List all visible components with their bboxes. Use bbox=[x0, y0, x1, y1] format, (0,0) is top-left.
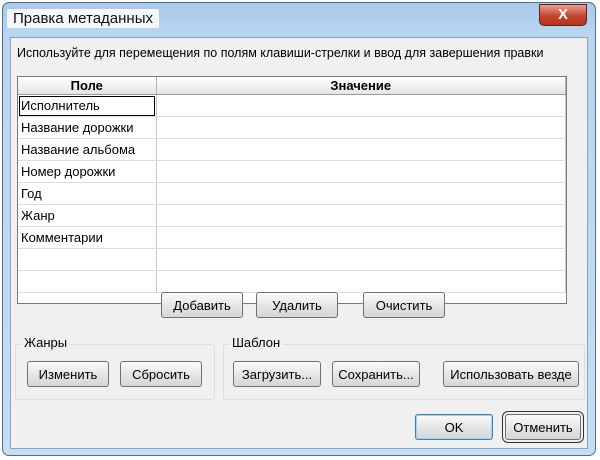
value-cell[interactable] bbox=[156, 116, 566, 139]
field-cell[interactable] bbox=[18, 270, 157, 293]
field-cell[interactable]: Комментарии bbox=[18, 226, 157, 249]
field-cell[interactable] bbox=[18, 248, 157, 271]
metadata-edit-dialog: Правка метаданных X Используйте для пере… bbox=[2, 2, 596, 456]
value-cell[interactable] bbox=[156, 248, 566, 271]
metadata-grid[interactable]: Поле Значение Исполнитель Название дорож… bbox=[17, 76, 567, 304]
field-cell[interactable]: Год bbox=[18, 182, 157, 205]
change-genre-button[interactable]: Изменить bbox=[27, 361, 109, 387]
grid-header: Поле Значение bbox=[18, 77, 566, 95]
table-row[interactable]: Жанр bbox=[18, 204, 566, 227]
ok-button[interactable]: OK bbox=[415, 414, 493, 440]
close-button[interactable]: X bbox=[539, 4, 587, 26]
value-cell[interactable] bbox=[156, 160, 566, 183]
table-row[interactable]: Номер дорожки bbox=[18, 160, 566, 183]
table-row[interactable]: Год bbox=[18, 182, 566, 205]
dialog-body: Используйте для перемещения по полям кла… bbox=[10, 37, 588, 449]
value-cell[interactable] bbox=[156, 182, 566, 205]
value-cell[interactable] bbox=[156, 204, 566, 227]
window-title: Правка метаданных bbox=[7, 9, 159, 28]
field-cell[interactable]: Номер дорожки bbox=[18, 160, 157, 183]
delete-button[interactable]: Удалить bbox=[256, 292, 338, 318]
add-button[interactable]: Добавить bbox=[161, 292, 243, 318]
table-row[interactable] bbox=[18, 248, 566, 271]
load-template-button[interactable]: Загрузить... bbox=[233, 361, 321, 387]
genres-group-label: Жанры bbox=[22, 335, 70, 350]
value-cell[interactable] bbox=[156, 270, 566, 293]
column-header-value[interactable]: Значение bbox=[156, 77, 566, 95]
table-row[interactable]: Название дорожки bbox=[18, 116, 566, 139]
column-header-field[interactable]: Поле bbox=[18, 77, 157, 95]
clear-button[interactable]: Очистить bbox=[363, 292, 445, 318]
field-cell[interactable]: Название дорожки bbox=[18, 116, 157, 139]
close-icon: X bbox=[557, 6, 568, 23]
reset-genre-button[interactable]: Сбросить bbox=[120, 361, 202, 387]
table-row[interactable] bbox=[18, 270, 566, 293]
title-bar[interactable]: Правка метаданных X bbox=[3, 3, 595, 37]
field-cell[interactable]: Жанр bbox=[18, 204, 157, 227]
value-cell[interactable] bbox=[156, 226, 566, 249]
field-cell[interactable]: Исполнитель bbox=[18, 94, 157, 117]
table-row[interactable]: Название альбома bbox=[18, 138, 566, 161]
save-template-button[interactable]: Сохранить... bbox=[332, 361, 420, 387]
table-row[interactable]: Исполнитель bbox=[18, 94, 566, 117]
table-row[interactable]: Комментарии bbox=[18, 226, 566, 249]
value-cell[interactable] bbox=[156, 94, 566, 117]
instruction-text: Используйте для перемещения по полям кла… bbox=[17, 46, 544, 60]
field-cell[interactable]: Название альбома bbox=[18, 138, 157, 161]
template-group-label: Шаблон bbox=[230, 335, 283, 350]
value-cell[interactable] bbox=[156, 138, 566, 161]
use-everywhere-button[interactable]: Использовать везде bbox=[443, 361, 579, 387]
cancel-button[interactable]: Отменить bbox=[502, 411, 584, 443]
